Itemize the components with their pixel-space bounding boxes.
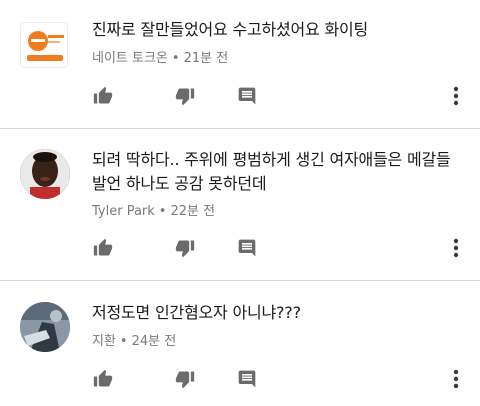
like-button[interactable] <box>90 366 116 392</box>
like-button[interactable] <box>90 235 116 261</box>
dislike-button[interactable] <box>172 83 198 109</box>
avatar[interactable] <box>20 149 70 199</box>
comment-text: 저정도면 인간혐오자 아니냐??? <box>92 303 301 322</box>
comment-author[interactable]: Tyler Park <box>92 204 155 219</box>
comment-time[interactable]: 24분 전 <box>132 334 177 349</box>
talkon-logo-icon <box>21 23 67 67</box>
reply-icon <box>238 370 256 388</box>
user-photo-avatar <box>20 149 70 199</box>
thumbs-down-icon <box>175 371 195 389</box>
reply-icon <box>238 239 256 257</box>
comment-actions <box>0 235 480 261</box>
comment-text: 되려 딱하다.. 주위에 평범하게 생긴 여자애들은 메갈들 발언 하나도 공감… <box>92 150 451 193</box>
meta-separator: • <box>171 51 180 66</box>
avatar[interactable] <box>20 22 68 68</box>
reply-button[interactable] <box>234 83 260 109</box>
more-options-button[interactable] <box>446 83 466 109</box>
reply-icon <box>238 87 256 105</box>
dislike-button[interactable] <box>172 366 198 392</box>
more-vertical-icon <box>453 86 459 106</box>
reply-button[interactable] <box>234 235 260 261</box>
comment-time[interactable]: 22분 전 <box>170 204 215 219</box>
reply-button[interactable] <box>234 366 260 392</box>
comment-actions <box>0 83 480 109</box>
comment-meta: 네이트 토크온 • 21분 전 <box>92 47 228 66</box>
user-photo-avatar <box>20 302 70 352</box>
thumbs-up-icon <box>93 369 113 387</box>
thumbs-up-icon <box>93 86 113 104</box>
more-vertical-icon <box>453 369 459 389</box>
comment-time[interactable]: 21분 전 <box>184 51 229 66</box>
divider <box>0 128 480 129</box>
avatar[interactable] <box>20 302 70 352</box>
comment-meta: 지환 • 24분 전 <box>92 330 176 349</box>
comment-actions <box>0 366 480 392</box>
comment-text: 진짜로 잘만들었어요 수고하셨어요 화이팅 <box>92 20 369 39</box>
more-options-button[interactable] <box>446 366 466 392</box>
dislike-button[interactable] <box>172 235 198 261</box>
comment-author[interactable]: 네이트 토크온 <box>92 51 168 66</box>
more-options-button[interactable] <box>446 235 466 261</box>
divider <box>0 280 480 281</box>
thumbs-down-icon <box>175 240 195 258</box>
meta-separator: • <box>119 334 128 349</box>
comment-author[interactable]: 지환 <box>92 334 116 349</box>
thumbs-up-icon <box>93 238 113 256</box>
more-vertical-icon <box>453 238 459 258</box>
like-button[interactable] <box>90 83 116 109</box>
thumbs-down-icon <box>175 88 195 106</box>
comment-meta: Tyler Park • 22분 전 <box>92 200 215 219</box>
meta-separator: • <box>158 204 167 219</box>
